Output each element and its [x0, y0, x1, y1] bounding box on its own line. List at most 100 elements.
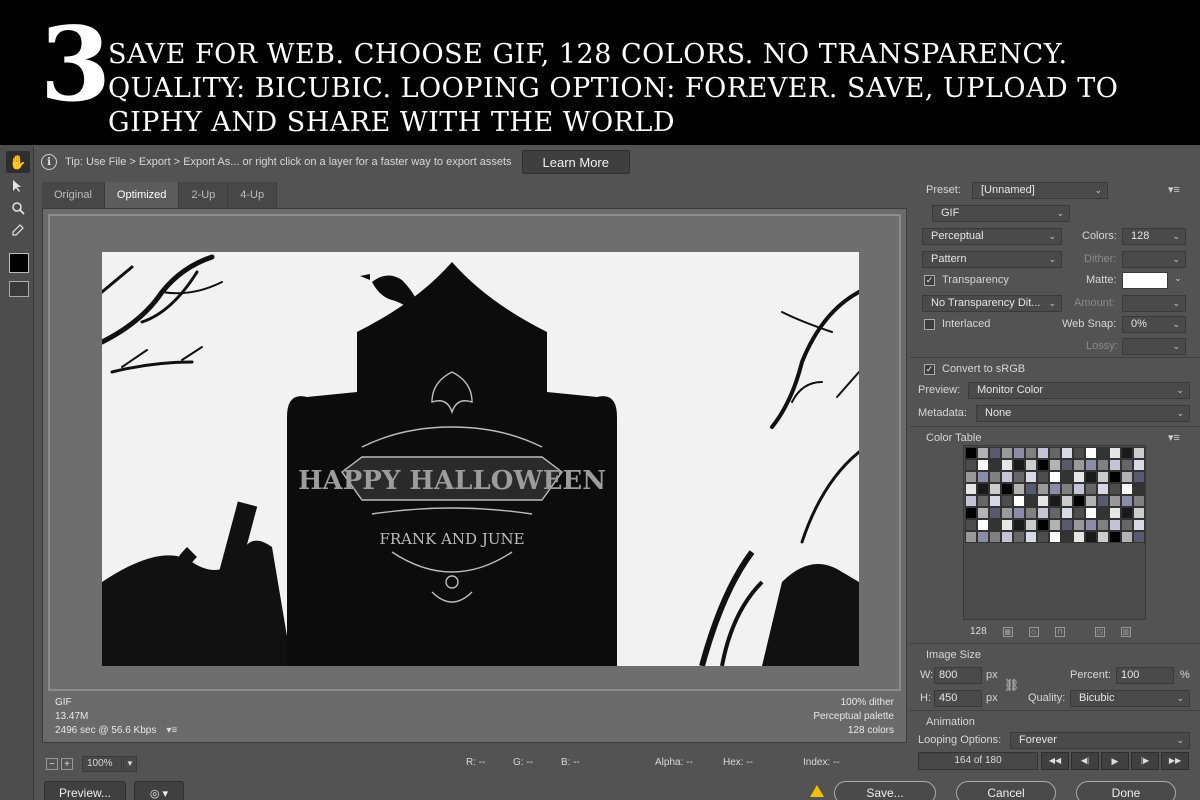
color-swatch[interactable] — [989, 495, 1001, 507]
color-swatch[interactable] — [1061, 531, 1073, 543]
color-swatch[interactable] — [1049, 495, 1061, 507]
color-swatch[interactable] — [1097, 531, 1109, 543]
lossy-field[interactable]: ⌄ — [1122, 338, 1186, 355]
matte-color-swatch[interactable] — [1122, 272, 1168, 289]
color-swatch[interactable] — [1013, 471, 1025, 483]
color-swatch[interactable] — [1109, 495, 1121, 507]
color-swatch[interactable] — [989, 519, 1001, 531]
color-swatch[interactable] — [965, 447, 977, 459]
color-swatch[interactable] — [1133, 471, 1145, 483]
color-swatch[interactable] — [1037, 495, 1049, 507]
new-color-icon[interactable]: ◳ — [1094, 626, 1105, 637]
color-swatch[interactable] — [1013, 483, 1025, 495]
color-swatch[interactable] — [1073, 495, 1085, 507]
color-swatch[interactable] — [989, 531, 1001, 543]
color-swatch[interactable] — [1025, 531, 1037, 543]
color-swatch[interactable] — [989, 447, 1001, 459]
color-swatch[interactable] — [1013, 495, 1025, 507]
next-frame-icon[interactable]: |▶ — [1131, 752, 1159, 770]
color-swatch[interactable] — [965, 483, 977, 495]
color-swatch[interactable] — [1097, 507, 1109, 519]
color-swatch[interactable] — [1061, 483, 1073, 495]
color-swatch[interactable] — [1049, 519, 1061, 531]
trash-icon[interactable]: ▥ — [1120, 626, 1131, 637]
color-table-cells[interactable] — [965, 447, 1145, 543]
color-swatch[interactable] — [1061, 471, 1073, 483]
eyedropper-color-swatch[interactable] — [9, 253, 29, 273]
color-swatch[interactable] — [977, 471, 989, 483]
color-swatch[interactable] — [977, 519, 989, 531]
color-swatch[interactable] — [1025, 495, 1037, 507]
color-swatch[interactable] — [1109, 447, 1121, 459]
color-swatch[interactable] — [1001, 495, 1013, 507]
color-swatch[interactable] — [1097, 471, 1109, 483]
color-swatch[interactable] — [989, 471, 1001, 483]
color-swatch[interactable] — [1073, 447, 1085, 459]
color-swatch[interactable] — [1109, 483, 1121, 495]
color-swatch[interactable] — [965, 471, 977, 483]
color-swatch[interactable] — [1109, 531, 1121, 543]
color-swatch[interactable] — [1109, 519, 1121, 531]
color-swatch[interactable] — [1049, 531, 1061, 543]
height-input[interactable]: 450 — [934, 690, 982, 707]
link-icon[interactable]: ⛓ — [1004, 678, 1019, 692]
file-format-select[interactable]: GIF ⌄ — [932, 205, 1070, 222]
zoom-in-icon[interactable]: + — [61, 758, 73, 770]
color-swatch[interactable] — [1001, 531, 1013, 543]
play-icon[interactable]: ▶ — [1101, 752, 1129, 770]
color-swatch[interactable] — [1049, 507, 1061, 519]
color-swatch[interactable] — [1037, 507, 1049, 519]
color-swatch[interactable] — [1097, 495, 1109, 507]
web-shift-icon[interactable]: ▦ — [1002, 626, 1013, 637]
color-swatch[interactable] — [1109, 459, 1121, 471]
lock-icon[interactable]: ⊓ — [1054, 626, 1065, 637]
width-input[interactable]: 800 — [934, 667, 982, 684]
color-table-menu-icon[interactable]: ▾≡ — [1168, 431, 1180, 444]
color-swatch[interactable] — [1013, 507, 1025, 519]
tab-4-up[interactable]: 4-Up — [228, 182, 278, 208]
color-swatch[interactable] — [965, 459, 977, 471]
zoom-level-field[interactable]: 100% — [82, 756, 122, 772]
color-swatch[interactable] — [1097, 459, 1109, 471]
done-button[interactable]: Done — [1076, 781, 1176, 800]
color-swatch[interactable] — [1025, 447, 1037, 459]
dither-amount-field[interactable]: ⌄ — [1122, 251, 1186, 268]
color-swatch[interactable] — [1025, 519, 1037, 531]
color-swatch[interactable] — [977, 447, 989, 459]
optimized-preview-pane[interactable]: HAPPY HALLOWEEN FRANK AND JUNE — [48, 214, 901, 691]
preview-button[interactable]: Preview... — [44, 781, 126, 800]
transparency-checkbox[interactable]: ✓ — [924, 275, 935, 286]
color-swatch[interactable] — [1001, 507, 1013, 519]
color-swatch[interactable] — [1073, 507, 1085, 519]
color-swatch[interactable] — [977, 483, 989, 495]
color-swatch[interactable] — [977, 507, 989, 519]
color-swatch[interactable] — [1001, 519, 1013, 531]
color-swatch[interactable] — [1121, 507, 1133, 519]
color-swatch[interactable] — [1097, 519, 1109, 531]
color-swatch[interactable] — [1025, 483, 1037, 495]
color-swatch[interactable] — [1121, 519, 1133, 531]
hand-icon[interactable]: ✋ — [6, 151, 30, 173]
save-button[interactable]: Save... — [834, 781, 936, 800]
color-swatch[interactable] — [1013, 459, 1025, 471]
color-swatch[interactable] — [1133, 507, 1145, 519]
color-reduction-select[interactable]: Perceptual ⌄ — [922, 228, 1062, 245]
color-swatch[interactable] — [1121, 483, 1133, 495]
color-swatch[interactable] — [1073, 459, 1085, 471]
cube-icon[interactable]: ◇ — [1028, 626, 1039, 637]
color-swatch[interactable] — [1037, 459, 1049, 471]
panel-menu-icon[interactable]: ▾≡ — [1168, 183, 1180, 196]
tab-original[interactable]: Original — [42, 182, 105, 208]
color-swatch[interactable] — [1001, 447, 1013, 459]
toggle-slices-icon[interactable] — [9, 281, 29, 297]
magnifier-icon[interactable] — [6, 197, 30, 219]
color-swatch[interactable] — [1085, 471, 1097, 483]
color-swatch[interactable] — [965, 507, 977, 519]
color-swatch[interactable] — [1049, 447, 1061, 459]
color-swatch[interactable] — [1037, 531, 1049, 543]
color-swatch[interactable] — [965, 519, 977, 531]
color-swatch[interactable] — [1073, 519, 1085, 531]
color-swatch[interactable] — [1085, 495, 1097, 507]
color-swatch[interactable] — [1025, 507, 1037, 519]
color-swatch[interactable] — [977, 531, 989, 543]
